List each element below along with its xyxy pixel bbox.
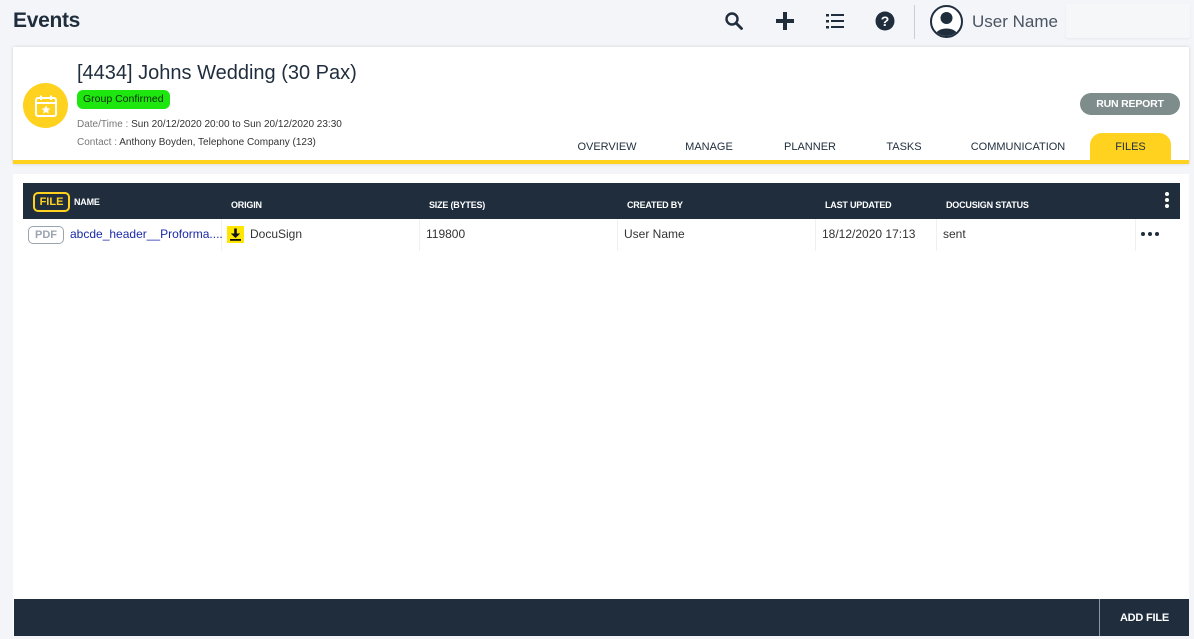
tab-overview[interactable]: OVERVIEW — [567, 133, 647, 160]
tab-communication[interactable]: COMMUNICATION — [963, 133, 1073, 160]
cell-size: 119800 — [420, 219, 618, 251]
event-title: [4434] Johns Wedding (30 Pax) — [77, 62, 357, 84]
cell-last-updated: 18/12/2020 17:13 — [816, 219, 937, 251]
cell-origin: DocuSign — [222, 219, 420, 251]
cell-name: PDF abcde_header__Proforma.... — [23, 219, 223, 251]
last-updated-value: 18/12/2020 17:13 — [822, 227, 916, 241]
help-icon[interactable]: ? — [873, 9, 897, 33]
user-menu-background — [1066, 4, 1190, 38]
toolbar-divider — [914, 5, 915, 39]
column-header-last-updated[interactable]: LAST UPDATED — [825, 200, 892, 210]
datetime-label: Date/Time : — [77, 119, 129, 130]
pdf-file-icon: PDF — [28, 226, 64, 244]
tab-tasks[interactable]: TASKS — [873, 133, 935, 160]
table-row[interactable]: PDF abcde_header__Proforma.... DocuSign … — [23, 219, 1180, 251]
status-badge: Group Confirmed — [77, 90, 170, 109]
size-value: 119800 — [426, 227, 466, 241]
avatar — [930, 5, 963, 38]
tab-manage[interactable]: MANAGE — [672, 133, 746, 160]
plus-icon[interactable] — [773, 9, 797, 33]
list-icon[interactable] — [823, 9, 847, 33]
event-datetime: Date/Time : Sun 20/12/2020 20:00 to Sun … — [77, 119, 342, 130]
column-header-docusign-status[interactable]: DOCUSIGN STATUS — [946, 200, 1029, 210]
contact-value: Anthony Boyden, Telephone Company (123) — [119, 137, 316, 148]
file-name-link[interactable]: abcde_header__Proforma.... — [70, 219, 223, 249]
top-bar: Events ? User Name — [0, 0, 1194, 44]
tab-files[interactable]: FILES — [1090, 133, 1171, 160]
tab-planner[interactable]: PLANNER — [773, 133, 847, 160]
column-options-menu-icon[interactable] — [1163, 192, 1171, 212]
download-icon — [227, 226, 244, 243]
created-by-value: User Name — [624, 227, 685, 241]
files-table-header: FILE NAME ORIGIN SIZE (BYTES) CREATED BY… — [23, 183, 1180, 219]
svg-text:?: ? — [881, 13, 890, 29]
origin-value: DocuSign — [250, 227, 303, 241]
cell-created-by: User Name — [618, 219, 816, 251]
add-file-button[interactable]: ADD FILE — [1099, 599, 1189, 636]
calendar-icon — [23, 83, 68, 128]
cell-docusign-status: sent — [937, 219, 1136, 251]
file-type-chip: FILE — [33, 192, 70, 212]
row-actions-more-icon[interactable] — [1141, 232, 1159, 238]
column-header-name[interactable]: NAME — [74, 197, 100, 207]
column-header-created-by[interactable]: CREATED BY — [627, 200, 683, 210]
user-menu[interactable]: User Name — [930, 4, 1190, 38]
event-header-card: [4434] Johns Wedding (30 Pax) Group Conf… — [13, 47, 1189, 164]
column-header-origin[interactable]: ORIGIN — [231, 200, 262, 210]
contact-label: Contact : — [77, 137, 118, 148]
run-report-button[interactable]: RUN REPORT — [1080, 93, 1180, 115]
event-contact: Contact : Anthony Boyden, Telephone Comp… — [77, 137, 316, 148]
app-title: Events — [13, 9, 81, 32]
datetime-value: Sun 20/12/2020 20:00 to Sun 20/12/2020 2… — [131, 119, 342, 130]
files-panel: FILE NAME ORIGIN SIZE (BYTES) CREATED BY… — [13, 174, 1189, 636]
column-header-size[interactable]: SIZE (BYTES) — [429, 200, 485, 210]
search-icon[interactable] — [722, 9, 746, 33]
docusign-status-value: sent — [943, 227, 966, 241]
user-name: User Name — [972, 12, 1058, 31]
files-footer-bar: ADD FILE — [14, 599, 1189, 636]
